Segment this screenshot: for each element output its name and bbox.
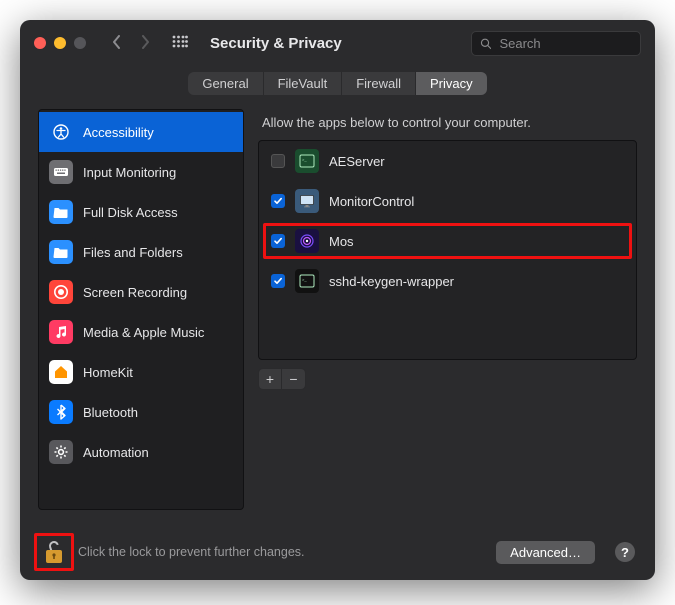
sidebar-item-label: Input Monitoring [83,165,176,180]
sidebar-item-homekit[interactable]: HomeKit [39,352,243,392]
mos-icon [295,229,319,253]
bluetooth-icon [49,400,73,424]
tab-bar: GeneralFileVaultFirewallPrivacy [188,72,486,95]
add-remove-buttons: + − [258,368,637,390]
show-all-button[interactable] [172,35,188,51]
tab-general[interactable]: General [188,72,263,95]
svg-text:>_: >_ [302,277,307,282]
footer: Click the lock to prevent further change… [20,524,655,580]
sidebar-item-media-apple-music[interactable]: Media & Apple Music [39,312,243,352]
center-panel: Allow the apps below to control your com… [258,109,637,510]
app-row-mos[interactable]: Mos [259,221,636,261]
sidebar-item-label: HomeKit [83,365,133,380]
tab-filevault[interactable]: FileVault [264,72,343,95]
privacy-sidebar[interactable]: Accessibility Input Monitoring Full Disk A… [38,109,244,510]
sidebar-item-bluetooth[interactable]: Bluetooth [39,392,243,432]
gear-icon [49,440,73,464]
app-label: MonitorControl [329,194,414,209]
close-window-button[interactable] [34,37,46,49]
app-row-aeserver[interactable]: >_ AEServer [259,141,636,181]
help-button[interactable]: ? [615,542,635,562]
instruction-text: Allow the apps below to control your com… [258,109,637,140]
sidebar-item-label: Automation [83,445,149,460]
main-content: Accessibility Input Monitoring Full Disk A… [20,109,655,524]
lock-button[interactable] [40,535,68,569]
accessibility-icon [49,120,73,144]
lock-highlight-annotation [34,533,74,571]
search-field[interactable] [471,31,641,56]
folder-icon [49,240,73,264]
traffic-lights [34,37,86,49]
sidebar-item-full-disk-access[interactable]: Full Disk Access [39,192,243,232]
keyboard-icon [49,160,73,184]
app-label: AEServer [329,154,385,169]
sidebar-item-label: Full Disk Access [83,205,178,220]
search-icon [480,37,491,50]
sidebar-item-label: Files and Folders [83,245,183,260]
tab-firewall[interactable]: Firewall [342,72,416,95]
forward-button[interactable] [140,35,150,52]
app-checkbox[interactable] [271,274,285,288]
add-app-button[interactable]: + [258,368,282,390]
app-label: sshd-keygen-wrapper [329,274,454,289]
search-input[interactable] [497,35,632,52]
app-row-monitorcontrol[interactable]: MonitorControl [259,181,636,221]
svg-text:>_: >_ [302,157,307,162]
app-checkbox[interactable] [271,194,285,208]
sidebar-item-automation[interactable]: Automation [39,432,243,472]
remove-app-button[interactable]: − [282,368,306,390]
app-label: Mos [329,234,354,249]
terminal-icon: >_ [295,149,319,173]
nav-arrows [112,35,150,52]
sidebar-item-label: Media & Apple Music [83,325,204,340]
back-button[interactable] [112,35,122,52]
app-row-sshd-keygen-wrapper[interactable]: >_ sshd-keygen-wrapper [259,261,636,301]
lock-help-text: Click the lock to prevent further change… [78,545,305,559]
titlebar: Security & Privacy [20,20,655,66]
music-icon [49,320,73,344]
advanced-button[interactable]: Advanced… [496,541,595,564]
tabs-row: GeneralFileVaultFirewallPrivacy [20,66,655,109]
app-checkbox[interactable] [271,154,285,168]
sidebar-item-label: Screen Recording [83,285,187,300]
folder-icon [49,200,73,224]
sidebar-item-files-and-folders[interactable]: Files and Folders [39,232,243,272]
sidebar-item-accessibility[interactable]: Accessibility [39,112,243,152]
tab-privacy[interactable]: Privacy [416,72,487,95]
record-icon [49,280,73,304]
home-icon [49,360,73,384]
monitor-icon [295,189,319,213]
minimize-window-button[interactable] [54,37,66,49]
sidebar-item-label: Accessibility [83,125,154,140]
sidebar-item-input-monitoring[interactable]: Input Monitoring [39,152,243,192]
zoom-window-button[interactable] [74,37,86,49]
preferences-window: Security & Privacy GeneralFileVaultFirew… [20,20,655,580]
sidebar-item-screen-recording[interactable]: Screen Recording [39,272,243,312]
sidebar-item-label: Bluetooth [83,405,138,420]
app-checkbox[interactable] [271,234,285,248]
window-title: Security & Privacy [210,35,342,52]
terminal-icon: >_ [295,269,319,293]
app-list[interactable]: >_ AEServer MonitorControl Mos >_ sshd-keygen… [258,140,637,360]
